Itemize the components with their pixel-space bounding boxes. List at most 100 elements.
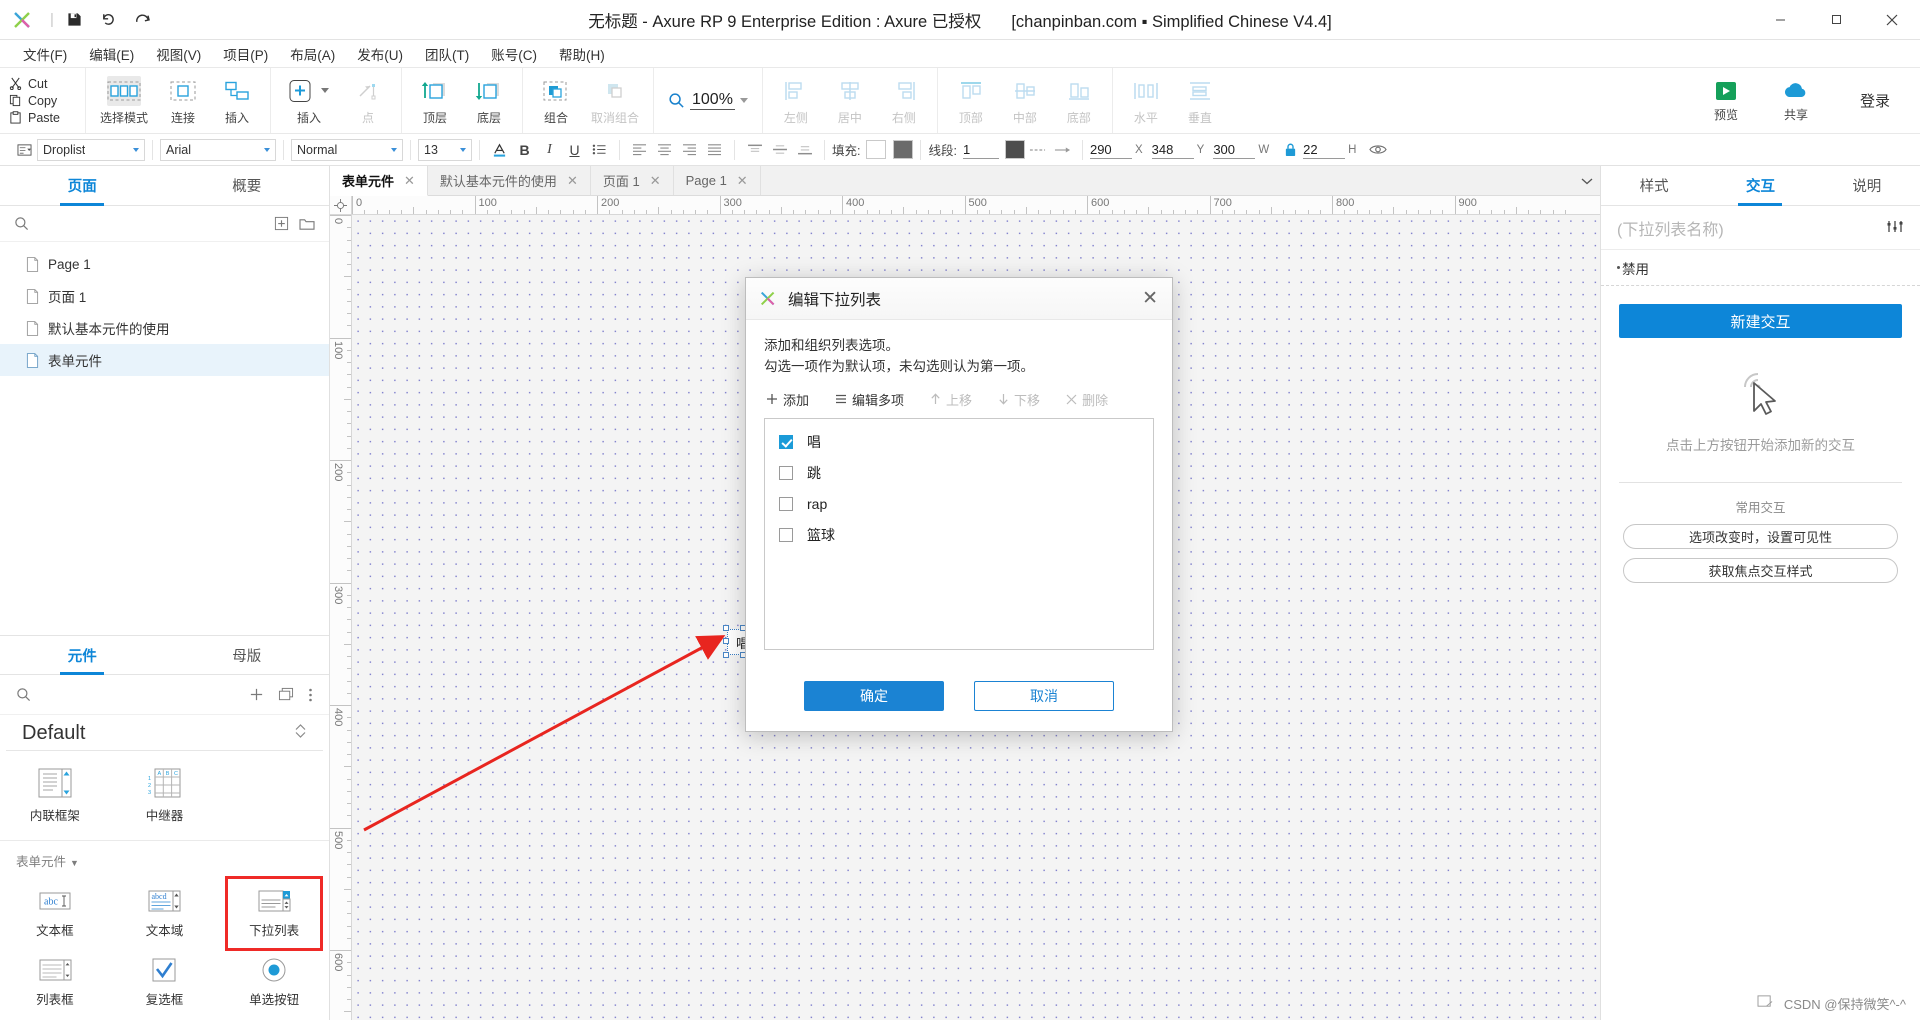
valign-middle-button[interactable] [767, 138, 792, 162]
arrow-style-button[interactable] [1050, 138, 1075, 162]
close-icon[interactable]: ✕ [404, 173, 415, 189]
page-item-page1-cn[interactable]: 页面 1 [0, 280, 329, 312]
horizontal-ruler[interactable]: 0 100 200 300 400 500 600 700 800 900 [330, 196, 1600, 215]
share-button[interactable]: 共享 [1768, 79, 1824, 123]
preview-button[interactable]: 预览 [1698, 79, 1754, 123]
vertical-ruler[interactable]: 0 100 200 300 400 500 600 [330, 215, 352, 1020]
list-item[interactable]: 唱 [765, 427, 1153, 458]
page-item-default-widgets[interactable]: 默认基本元件的使用 [0, 312, 329, 344]
ungroup-button[interactable]: 取消组合 [583, 68, 647, 133]
minimize-button[interactable] [1752, 0, 1808, 40]
connect-button[interactable]: 连接 [156, 68, 210, 133]
bring-front-button[interactable]: 顶层 [408, 68, 462, 133]
insert-button[interactable]: 插入 [277, 68, 341, 133]
cancel-button[interactable]: 取消 [974, 680, 1114, 711]
close-button[interactable] [1864, 0, 1920, 40]
doc-tab-default-widgets[interactable]: 默认基本元件的使用 ✕ [427, 166, 591, 195]
tab-pages[interactable]: 页面 [0, 166, 165, 205]
menu-item-layout[interactable]: 布局(A) [279, 40, 346, 68]
widget-textfield[interactable]: abc 文本框 [0, 880, 110, 949]
option-checkbox[interactable] [779, 528, 793, 543]
widget-name-row[interactable]: (下拉列表名称) [1601, 206, 1920, 250]
list-item[interactable]: 跳 [765, 458, 1153, 489]
widget-checkbox[interactable]: 复选框 [110, 949, 220, 1018]
common-interaction-focus-style[interactable]: 获取焦点交互样式 [1623, 558, 1898, 583]
valign-bottom-button[interactable] [792, 138, 817, 162]
scale-icon[interactable] [1757, 994, 1774, 1012]
align-right-button[interactable]: 右侧 [877, 68, 931, 133]
line-color-swatch[interactable] [1004, 140, 1025, 159]
zoom-control[interactable]: 100% [653, 68, 763, 133]
tab-interactions[interactable]: 交互 [1707, 166, 1813, 205]
align-bottom-button[interactable]: 底部 [1052, 68, 1106, 133]
align-left-button[interactable]: 左侧 [769, 68, 823, 133]
underline-button[interactable]: U [562, 138, 587, 162]
send-back-button[interactable]: 底层 [462, 68, 516, 133]
add-page-icon[interactable] [274, 216, 289, 231]
option-checkbox[interactable] [779, 435, 793, 450]
menu-item-view[interactable]: 视图(V) [145, 40, 212, 68]
dialog-close-icon[interactable]: ✕ [1142, 289, 1158, 308]
library-options-icon[interactable] [308, 687, 313, 703]
line-style-button[interactable] [1025, 138, 1050, 162]
bold-button[interactable]: B [512, 138, 537, 162]
list-item[interactable]: rap [765, 489, 1153, 520]
group-button[interactable]: 组合 [529, 68, 583, 133]
ruler-origin-icon[interactable] [330, 196, 352, 214]
library-header[interactable]: Default [6, 715, 323, 751]
align-center-button[interactable]: 居中 [823, 68, 877, 133]
login-button[interactable]: 登录 [1838, 90, 1902, 111]
list-item[interactable]: 篮球 [765, 520, 1153, 551]
font-size-select[interactable]: 13 [418, 138, 472, 161]
select-mode-button[interactable]: 选择模式 [92, 68, 156, 133]
option-checkbox[interactable] [779, 497, 793, 512]
text-align-right-button[interactable] [677, 138, 702, 162]
visibility-eye-icon[interactable] [1365, 138, 1390, 162]
confirm-button[interactable]: 确定 [804, 680, 944, 711]
align-top-button[interactable]: 顶部 [944, 68, 998, 133]
library-expand-icon[interactable] [294, 722, 307, 745]
redo-icon[interactable] [126, 3, 160, 37]
lock-aspect-icon[interactable] [1278, 138, 1303, 162]
tab-outline[interactable]: 概要 [165, 166, 330, 205]
copy-button[interactable]: Copy [9, 94, 85, 108]
line-width-input[interactable] [962, 140, 999, 159]
zoom-caret-icon[interactable] [739, 98, 748, 103]
distribute-vertical-button[interactable]: 垂直 [1173, 68, 1227, 133]
common-interaction-visibility[interactable]: 选项改变时，设置可见性 [1623, 524, 1898, 549]
tab-masters[interactable]: 母版 [165, 636, 330, 674]
bullet-list-button[interactable] [587, 138, 612, 162]
close-icon[interactable]: ✕ [737, 173, 748, 189]
widget-textarea[interactable]: abcd 文本域 [110, 880, 220, 949]
menu-item-publish[interactable]: 发布(U) [346, 40, 414, 68]
doc-tabs-overflow-icon[interactable] [1574, 166, 1600, 195]
undo-icon[interactable] [92, 3, 126, 37]
widget-inline-frame[interactable]: 内联框架 [0, 759, 110, 834]
add-option-button[interactable]: 添加 [766, 390, 809, 409]
distribute-horizontal-button[interactable]: 水平 [1119, 68, 1173, 133]
menu-item-team[interactable]: 团队(T) [414, 40, 480, 68]
size-h-input[interactable] [1303, 140, 1346, 159]
widget-name-input[interactable]: (下拉列表名称) [1617, 216, 1724, 240]
font-color-button[interactable] [487, 138, 512, 162]
close-icon[interactable]: ✕ [567, 173, 578, 189]
menu-item-edit[interactable]: 编辑(E) [78, 40, 145, 68]
edit-multiple-button[interactable]: 编辑多项 [835, 390, 904, 409]
option-checkbox[interactable] [779, 466, 793, 481]
options-list[interactable]: 唱 跳 rap 篮球 [764, 417, 1154, 650]
delete-option-button[interactable]: 删除 [1066, 390, 1108, 409]
widget-repeater[interactable]: A B C 1 2 3 中继器 [110, 759, 220, 834]
size-w-input[interactable] [1213, 140, 1256, 159]
disabled-toggle-row[interactable]: 禁用 [1601, 250, 1920, 286]
fill-gradient-swatch[interactable] [893, 140, 914, 159]
paste-button[interactable]: Paste [9, 111, 85, 125]
save-icon[interactable] [58, 3, 92, 37]
insert-dropdown-caret-icon[interactable] [321, 88, 329, 93]
menu-item-file[interactable]: 文件(F) [12, 40, 78, 68]
fill-color-swatch[interactable] [866, 140, 887, 159]
resize-handle-nw[interactable] [723, 625, 729, 631]
menu-item-project[interactable]: 项目(P) [212, 40, 279, 68]
maximize-button[interactable] [1808, 0, 1864, 40]
menu-item-help[interactable]: 帮助(H) [548, 40, 616, 68]
menu-item-account[interactable]: 账号(C) [480, 40, 548, 68]
